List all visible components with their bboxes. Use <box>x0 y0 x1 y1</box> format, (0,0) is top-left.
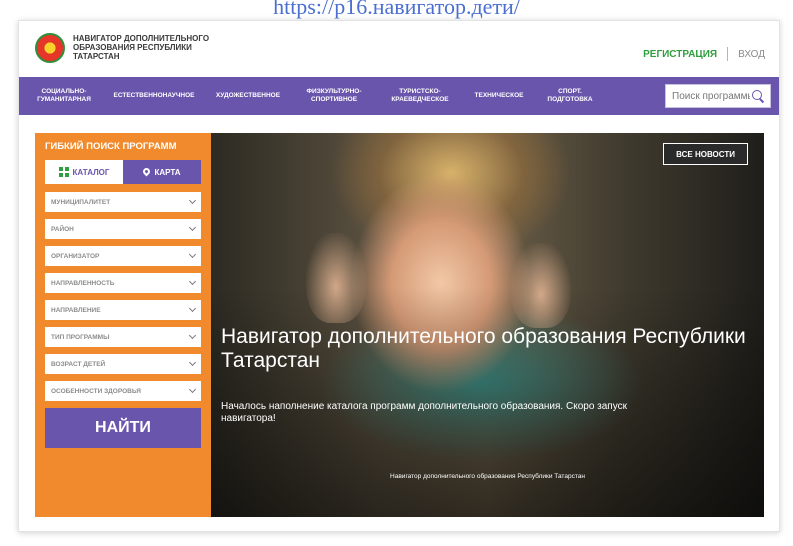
nav-item-natural-science[interactable]: Естественнонаучное <box>103 92 205 100</box>
nav-item-line: подготовка <box>547 96 593 103</box>
panel-title: Гибкий поиск программ <box>45 141 177 152</box>
filter-program-type[interactable]: Тип программы <box>45 327 201 347</box>
tab-catalog[interactable]: Каталог <box>45 160 123 184</box>
chevron-down-icon <box>188 223 197 232</box>
find-button[interactable]: Найти <box>45 408 201 448</box>
register-link[interactable]: Регистрация <box>643 49 717 60</box>
site-header: Навигатор дополнительного образования Ре… <box>19 21 779 77</box>
search-input[interactable] <box>666 86 750 106</box>
tatarstan-emblem-icon[interactable] <box>35 33 65 63</box>
nav-item-line: Туристско- <box>399 88 441 95</box>
browser-page: Навигатор дополнительного образования Ре… <box>18 20 780 532</box>
hero-title: Навигатор дополнительного образования Ре… <box>221 325 746 372</box>
nav-item-line: спортивное <box>310 96 358 103</box>
filter-label: Тип программы <box>51 333 110 341</box>
chevron-down-icon <box>188 196 197 205</box>
logo-line-2: образования Республики <box>73 43 192 52</box>
filter-label: Направление <box>51 306 101 314</box>
filter-label: Особенности здоровья <box>51 387 141 395</box>
filter-organizer[interactable]: Организатор <box>45 246 201 266</box>
chevron-down-icon <box>188 304 197 313</box>
chevron-down-icon <box>188 277 197 286</box>
nav-item-line: краеведческое <box>391 96 449 103</box>
filter-children-age[interactable]: Возраст детей <box>45 354 201 374</box>
url-caption: https://р16.навигатор.дети/ <box>273 0 520 19</box>
nav-item-line: Техническое <box>474 92 524 99</box>
program-search <box>665 84 771 108</box>
chevron-down-icon <box>188 331 197 340</box>
category-nav: Социально- гуманитарная Естественнонаучн… <box>19 77 779 115</box>
filter-label: Возраст детей <box>51 360 106 368</box>
filter-label: Организатор <box>51 252 100 260</box>
grid-icon <box>58 167 69 177</box>
filter-district[interactable]: Район <box>45 219 201 239</box>
hero-photo-detail <box>306 233 366 323</box>
map-pin-icon <box>142 166 152 176</box>
nav-item-tourism[interactable]: Туристско- краеведческое <box>377 88 463 104</box>
nav-item-line: гуманитарная <box>37 96 91 103</box>
login-link[interactable]: Вход <box>738 49 765 60</box>
tab-map[interactable]: Карта <box>123 160 201 184</box>
filter-label: Район <box>51 225 74 233</box>
nav-item-line: Естественнонаучное <box>113 92 195 99</box>
hero-photo-detail <box>511 243 571 328</box>
tab-catalog-label: Каталог <box>72 167 110 177</box>
nav-item-art[interactable]: Художественное <box>205 92 291 100</box>
chevron-down-icon <box>188 250 197 259</box>
site-logo-text[interactable]: Навигатор дополнительного образования Ре… <box>73 34 243 61</box>
filter-direction[interactable]: Направление <box>45 300 201 320</box>
slide-caption: Навигатор дополнительного образования Ре… <box>390 473 585 480</box>
filter-municipality[interactable]: Муниципалитет <box>45 192 201 212</box>
filter-orientation[interactable]: Направленность <box>45 273 201 293</box>
logo-line-3: Татарстан <box>73 52 120 61</box>
search-icon[interactable] <box>750 88 766 104</box>
nav-item-sport-training[interactable]: Спорт. подготовка <box>535 88 605 104</box>
nav-item-line: Физкультурно- <box>306 88 362 95</box>
nav-item-technical[interactable]: Техническое <box>463 92 535 100</box>
nav-item-social[interactable]: Социально- гуманитарная <box>25 88 103 104</box>
nav-item-line: Социально- <box>41 88 87 95</box>
hero-slider[interactable]: Все новости Навигатор дополнительного об… <box>211 133 764 517</box>
flexible-search-panel: Гибкий поиск программ Каталог Карта Муни… <box>35 133 211 517</box>
all-news-button[interactable]: Все новости <box>663 143 748 165</box>
nav-item-sport[interactable]: Физкультурно- спортивное <box>291 88 377 104</box>
hero-text: Началось наполнение каталога программ до… <box>221 401 627 424</box>
chevron-down-icon <box>188 358 197 367</box>
view-tabs: Каталог Карта <box>45 160 201 184</box>
logo-line-1: Навигатор дополнительного <box>73 34 210 43</box>
filter-label: Муниципалитет <box>51 198 111 206</box>
filter-label: Направленность <box>51 279 115 287</box>
auth-divider <box>727 47 729 61</box>
nav-item-line: Художественное <box>215 92 281 99</box>
filter-health-features[interactable]: Особенности здоровья <box>45 381 201 401</box>
auth-links: Регистрация Вход <box>643 47 765 61</box>
tab-map-label: Карта <box>154 167 181 177</box>
chevron-down-icon <box>188 385 197 394</box>
nav-item-line: Спорт. <box>558 88 582 95</box>
